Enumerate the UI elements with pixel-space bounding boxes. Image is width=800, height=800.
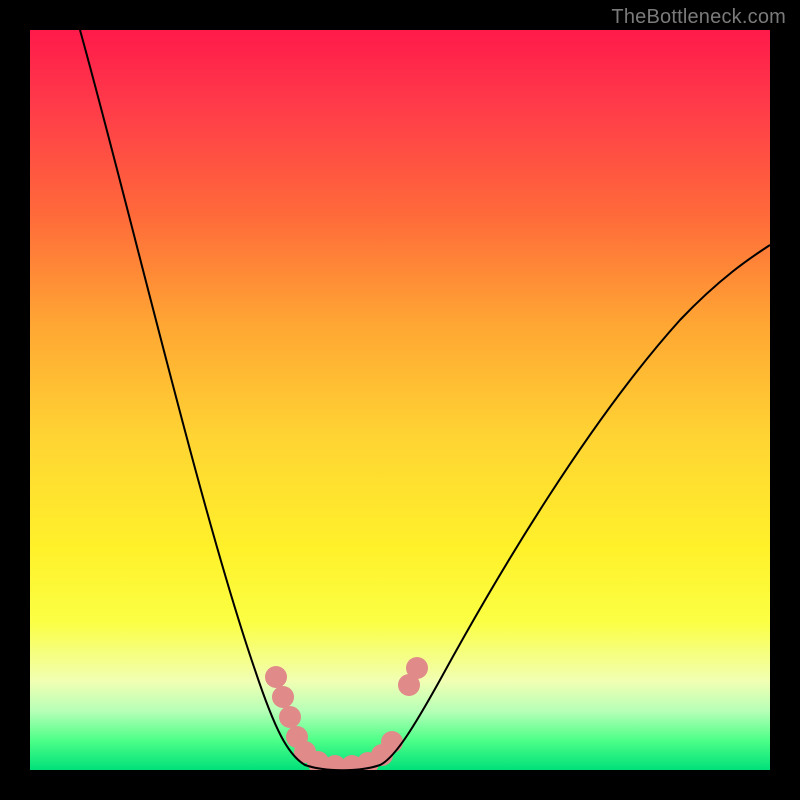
highlight-dots-group xyxy=(265,657,428,770)
curve-layer xyxy=(30,30,770,770)
plot-area xyxy=(30,30,770,770)
watermark-text: TheBottleneck.com xyxy=(611,6,786,29)
chart-frame: TheBottleneck.com xyxy=(0,0,800,800)
v-curve xyxy=(80,30,770,770)
